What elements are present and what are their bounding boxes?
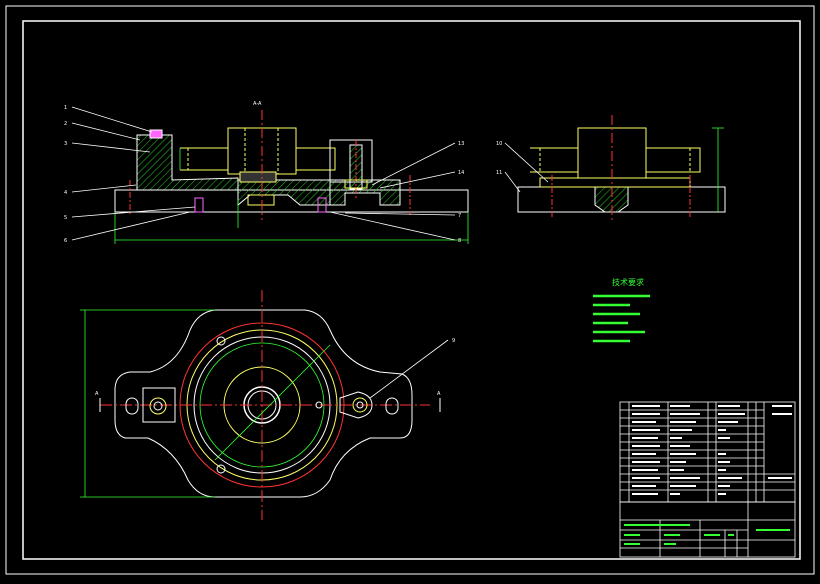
balloon-4: 4 [64, 190, 67, 196]
balloon-10: 10 [496, 141, 502, 147]
balloon-6: 6 [64, 238, 67, 244]
title-block-text [624, 524, 790, 545]
right-slot [385, 397, 399, 415]
balloon-labels-left: 1 2 3 4 5 6 [64, 105, 67, 244]
section-label-front: A-A [253, 101, 262, 107]
balloon-9: 9 [452, 338, 455, 344]
side-workpiece [530, 127, 701, 188]
workpiece-outline [180, 127, 336, 183]
balloon-7: 7 [458, 213, 461, 219]
outer-border [5, 5, 815, 575]
side-view: 10 11 [496, 115, 726, 222]
tech-requirements-title: 技术要求 [612, 277, 644, 287]
plan-outline [114, 309, 413, 498]
tech-requirements-block: 技术要求 [593, 277, 650, 343]
plan-view: 9 A A [80, 290, 455, 520]
balloon-8: 8 [458, 238, 461, 244]
plan-marker-left: A [95, 391, 99, 397]
balloon-11: 11 [496, 170, 502, 176]
balloon-3: 3 [64, 141, 67, 147]
leaders-left [71, 106, 196, 241]
left-slot [125, 397, 139, 415]
center-body-hatched [237, 179, 331, 207]
balloon-13: 13 [458, 141, 464, 147]
balloon-1: 1 [64, 105, 67, 111]
bolt-icon [194, 197, 204, 213]
balloon-14: 14 [458, 170, 464, 176]
balloon-2: 2 [64, 121, 67, 127]
cad-drawing-sheet: A-A 1 2 3 4 5 6 13 14 7 8 10 11 技术要求 9 A… [0, 0, 820, 580]
balloon-labels-right: 13 14 7 8 [458, 141, 464, 244]
hex-nut-icon [149, 129, 163, 139]
tech-requirements-lines [593, 294, 650, 343]
plan-marker-right: A [437, 391, 441, 397]
front-section-view: A-A 1 2 3 4 5 6 13 14 7 8 [64, 101, 469, 244]
hex-nut-icon-plan [149, 397, 167, 415]
balloon-5: 5 [64, 215, 67, 221]
center-pin [247, 194, 275, 206]
right-support-hatched [329, 179, 401, 206]
plan-diagonal [214, 344, 331, 461]
left-body-hatched [136, 134, 239, 191]
